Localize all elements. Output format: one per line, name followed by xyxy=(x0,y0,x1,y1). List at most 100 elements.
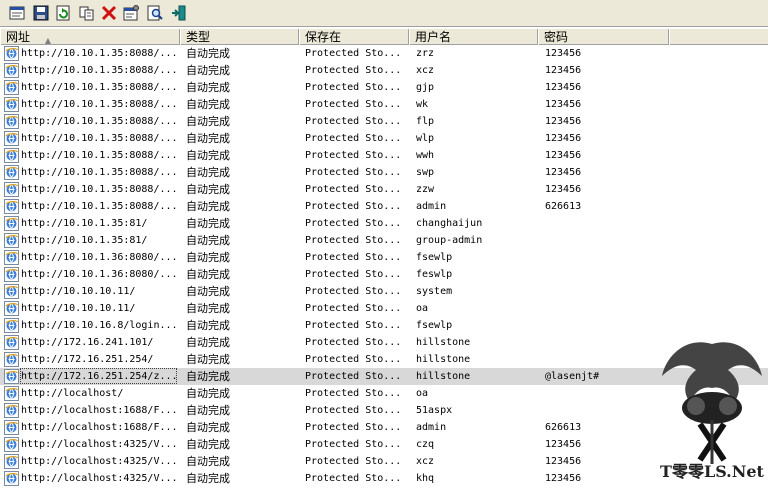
cell-type: 自动完成 xyxy=(186,387,230,400)
find-icon[interactable] xyxy=(146,4,164,22)
cell-password: 123456 xyxy=(545,116,582,127)
table-row[interactable]: http://10.10.1.35:81/自动完成 Protected Sto..… xyxy=(0,232,768,249)
cell-user: xcz xyxy=(416,65,435,76)
exit-icon[interactable] xyxy=(170,4,188,22)
cell-stored: Protected Sto... xyxy=(305,337,402,348)
cell-password xyxy=(545,351,665,368)
cell-url: http://10.10.1.35:8088/... xyxy=(21,201,178,212)
cell-user: xcz xyxy=(416,456,435,467)
cell-stored: Protected Sto... xyxy=(305,184,402,195)
table-row[interactable]: http://localhost:4325/V... 自动完成 Protected … xyxy=(0,470,768,487)
table-row[interactable]: http://172.16.251.254/z... 自动完成 Protected … xyxy=(0,368,768,385)
table-row[interactable]: http://localhost:4325/V... 自动完成 Protected … xyxy=(0,436,768,453)
cell-url: http://172.16.251.254/ xyxy=(21,354,154,365)
cell-user: wk xyxy=(416,99,429,110)
column-header-password[interactable]: 密码 xyxy=(538,29,669,45)
watermark-logo: T零零LS.Net xyxy=(656,336,768,488)
table-row[interactable]: http://10.10.1.35:8088/... 自动完成 Protected … xyxy=(0,96,768,113)
ie-page-icon xyxy=(4,182,19,197)
properties-icon[interactable] xyxy=(122,4,140,22)
table-row[interactable]: http://10.10.1.35:8088/... 自动完成 Protected … xyxy=(0,45,768,62)
table-row[interactable]: http://10.10.1.35:8088/... 自动完成 Protected … xyxy=(0,164,768,181)
ie-page-icon xyxy=(4,369,19,384)
table-row[interactable]: http://localhost/自动完成 Protected Sto... oa xyxy=(0,385,768,402)
ie-page-icon xyxy=(4,284,19,299)
table-row[interactable]: http://10.10.1.35:8088/... 自动完成 Protected … xyxy=(0,62,768,79)
cell-stored: Protected Sto... xyxy=(305,269,402,280)
refresh-icon[interactable] xyxy=(54,4,72,22)
ie-page-icon xyxy=(4,471,19,486)
cell-user: hillstone xyxy=(416,371,471,382)
cell-url: http://localhost:1688/F... xyxy=(21,405,178,416)
table-row[interactable]: http://10.10.10.11/自动完成 Protected Sto... s… xyxy=(0,283,768,300)
table-row[interactable]: http://10.10.1.36:8080/... 自动完成 Protected … xyxy=(0,249,768,266)
table-row[interactable]: http://10.10.1.35:8088/... 自动完成 Protected … xyxy=(0,147,768,164)
cell-stored: Protected Sto... xyxy=(305,82,402,93)
delete-icon[interactable] xyxy=(100,4,118,22)
cell-stored: Protected Sto... xyxy=(305,201,402,212)
cell-url: http://10.10.1.35:81/ xyxy=(21,235,148,246)
table-row[interactable]: http://10.10.16.8/login... 自动完成 Protected … xyxy=(0,317,768,334)
cell-type: 自动完成 xyxy=(186,81,230,94)
cell-type: 自动完成 xyxy=(186,98,230,111)
cell-password: 123456 xyxy=(545,82,582,93)
cell-type: 自动完成 xyxy=(186,404,230,417)
cell-stored: Protected Sto... xyxy=(305,65,402,76)
table-row[interactable]: http://10.10.1.36:8080/... 自动完成 Protected … xyxy=(0,266,768,283)
column-header-url[interactable]: 网址 ▲ xyxy=(0,29,180,45)
ie-page-icon xyxy=(4,403,19,418)
table-row[interactable]: http://10.10.1.35:8088/... 自动完成 Protected … xyxy=(0,79,768,96)
cell-password: 123456 xyxy=(545,456,582,467)
copy-icon[interactable] xyxy=(78,4,96,22)
cell-url: http://10.10.1.35:8088/... xyxy=(21,167,178,178)
table-row[interactable]: http://10.10.1.35:8088/... 自动完成 Protected … xyxy=(0,181,768,198)
cell-password xyxy=(545,300,665,317)
cell-type: 自动完成 xyxy=(186,64,230,77)
cell-stored: Protected Sto... xyxy=(305,371,402,382)
table-row[interactable]: http://10.10.1.35:81/自动完成 Protected Sto..… xyxy=(0,215,768,232)
cell-user: admin xyxy=(416,201,447,212)
cell-stored: Protected Sto... xyxy=(305,439,402,450)
cell-user: fsewlp xyxy=(416,320,453,331)
cell-password: 123456 xyxy=(545,150,582,161)
table-row[interactable]: http://10.10.1.35:8088/... 自动完成 Protected … xyxy=(0,198,768,215)
cell-password xyxy=(545,266,665,283)
cell-password: 123456 xyxy=(545,167,582,178)
ie-page-icon xyxy=(4,301,19,316)
cell-type: 自动完成 xyxy=(186,353,230,366)
cell-stored: Protected Sto... xyxy=(305,388,402,399)
table-row[interactable]: http://10.10.1.35:8088/... 自动完成 Protected … xyxy=(0,130,768,147)
html-report-icon[interactable] xyxy=(8,4,26,22)
cell-url: http://10.10.1.35:8088/... xyxy=(21,65,178,76)
cell-user: feswlp xyxy=(416,269,453,280)
save-icon[interactable] xyxy=(32,4,50,22)
table-row[interactable]: http://localhost:1688/F... 自动完成 Protected … xyxy=(0,402,768,419)
cell-password: 626613 xyxy=(545,422,582,433)
ie-page-icon xyxy=(4,386,19,401)
ie-page-icon xyxy=(4,165,19,180)
cell-type: 自动完成 xyxy=(186,132,230,145)
column-header-stored[interactable]: 保存在 xyxy=(299,29,409,45)
cell-url: http://10.10.1.36:8080/... xyxy=(21,252,178,263)
cell-type: 自动完成 xyxy=(186,183,230,196)
cell-user: czq xyxy=(416,439,435,450)
ie-page-icon xyxy=(4,335,19,350)
table-row[interactable]: http://localhost:1688/F... 自动完成 Protected … xyxy=(0,419,768,436)
table-row[interactable]: http://10.10.10.11/自动完成 Protected Sto... o… xyxy=(0,300,768,317)
column-header-type[interactable]: 类型 xyxy=(180,29,299,45)
table-row[interactable]: http://172.16.251.254/自动完成 Protected Sto.… xyxy=(0,351,768,368)
column-header-user[interactable]: 用户名 xyxy=(409,29,538,45)
column-header-url-label: 网址 xyxy=(6,30,31,44)
cell-type: 自动完成 xyxy=(186,285,230,298)
table-row[interactable]: http://172.16.241.101/自动完成 Protected Sto.… xyxy=(0,334,768,351)
table-row[interactable]: http://localhost:4325/V... 自动完成 Protected … xyxy=(0,453,768,470)
ie-page-icon xyxy=(4,46,19,61)
table-row[interactable]: http://10.10.1.35:8088/... 自动完成 Protected … xyxy=(0,113,768,130)
cell-url: http://10.10.1.35:8088/... xyxy=(21,82,178,93)
cell-user: zrz xyxy=(416,48,435,59)
ie-page-icon xyxy=(4,114,19,129)
ie-page-icon xyxy=(4,437,19,452)
ie-page-icon xyxy=(4,267,19,282)
cell-url: http://10.10.1.35:8088/... xyxy=(21,99,178,110)
cell-stored: Protected Sto... xyxy=(305,218,402,229)
